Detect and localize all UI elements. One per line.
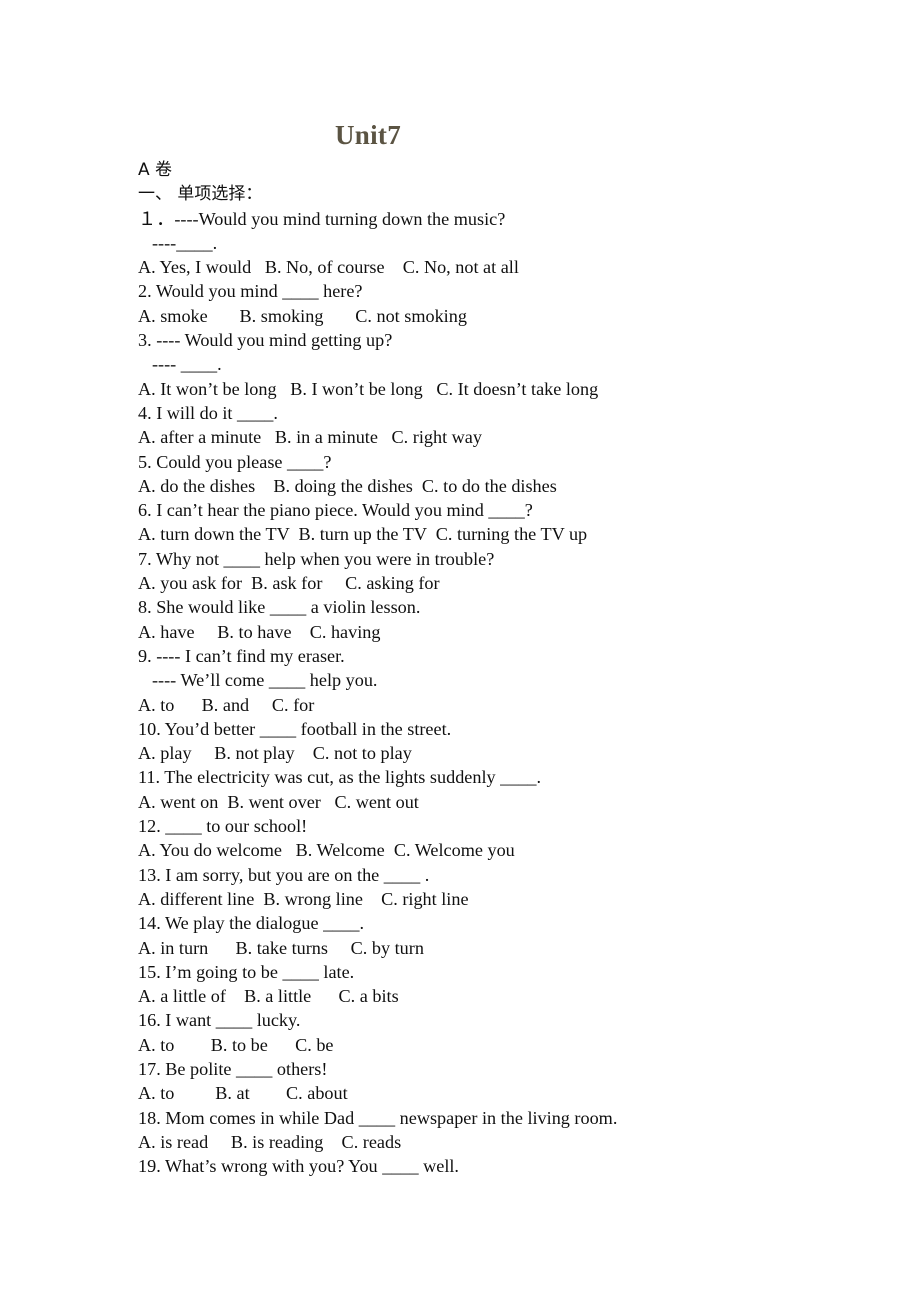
q19-stem: 19. What’s wrong with you? You ____ well…: [138, 1156, 459, 1177]
q14-options: A. in turn B. take turns C. by turn: [138, 937, 424, 958]
q8-options: A. have B. to have C. having: [138, 621, 381, 642]
q17-options: A. to B. at C. about: [138, 1083, 348, 1104]
q5-stem: 5. Could you please ____?: [138, 451, 332, 472]
q9-reply: ---- We’ll come ____ help you.: [152, 670, 378, 691]
q2-options: A. smoke B. smoking C. not smoking: [138, 305, 467, 326]
q10-stem: 10. You’d better ____ football in the st…: [138, 718, 452, 739]
q18-options: A. is read B. is reading C. reads: [138, 1131, 402, 1152]
q1-stem: １．----Would you mind turning down the mu…: [138, 208, 506, 229]
q14-stem: 14. We play the dialogue ____.: [138, 913, 365, 934]
q7-stem: 7. Why not ____ help when you were in tr…: [138, 548, 495, 569]
q18-stem: 18. Mom comes in while Dad ____ newspape…: [138, 1107, 618, 1128]
q10-options: A. play B. not play C. not to play: [138, 743, 412, 764]
q9-options: A. to B. and C. for: [138, 694, 315, 715]
q13-stem: 13. I am sorry, but you are on the ____ …: [138, 864, 430, 885]
q11-stem: 11. The electricity was cut, as the ligh…: [138, 767, 542, 788]
q1-options: A. Yes, I would B. No, of course C. No, …: [138, 257, 519, 278]
q7-options: A. you ask for B. ask for C. asking for: [138, 573, 440, 594]
q3-stem: 3. ---- Would you mind getting up?: [138, 330, 393, 351]
section-heading: 一、 单项选择：: [138, 184, 263, 205]
q2-stem: 2. Would you mind ____ here?: [138, 281, 363, 302]
q17-stem: 17. Be polite ____ others!: [138, 1058, 328, 1079]
q11-options: A. went on B. went over C. went out: [138, 791, 419, 812]
q4-options: A. after a minute B. in a minute C. righ…: [138, 427, 482, 448]
q6-stem: 6. I can’t hear the piano piece. Would y…: [138, 500, 533, 521]
q15-options: A. a little of B. a little C. a bits: [138, 986, 399, 1007]
q12-options: A. You do welcome B. Welcome C. Welcome …: [138, 840, 515, 861]
paper-section: A 卷: [138, 160, 173, 180]
q15-stem: 15. I’m going to be ____ late.: [138, 961, 355, 982]
q5-options: A. do the dishes B. doing the dishes C. …: [138, 475, 557, 496]
page-title: Unit7: [334, 120, 401, 150]
q3-reply: ---- ____.: [152, 354, 222, 375]
q16-stem: 16. I want ____ lucky.: [138, 1010, 301, 1031]
q4-stem: 4. I will do it ____.: [138, 402, 278, 423]
q6-options: A. turn down the TV B. turn up the TV C.…: [138, 524, 588, 545]
q9-stem: 9. ---- I can’t find my eraser.: [138, 645, 345, 666]
q3-options: A. It won’t be long B. I won’t be long C…: [138, 378, 599, 399]
worksheet-body: A 卷一、 单项选择： １．----Would you mind turning …: [138, 158, 898, 1178]
q1-reply: ----____.: [152, 232, 218, 253]
q16-options: A. to B. to be C. be: [138, 1034, 334, 1055]
worksheet-page: Unit7 A 卷一、 单项选择： １．----Would you mind tu…: [0, 0, 920, 1302]
q13-options: A. different line B. wrong line C. right…: [138, 888, 469, 909]
q8-stem: 8. She would like ____ a violin lesson.: [138, 597, 421, 618]
q12-stem: 12. ____ to our school!: [138, 816, 308, 837]
